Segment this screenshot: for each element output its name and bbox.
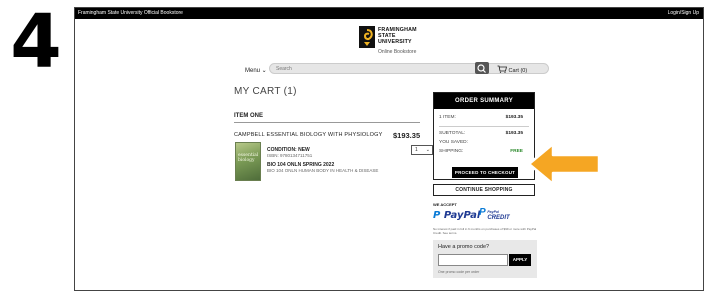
proceed-to-checkout-button[interactable]: PROCEED TO CHECKOUT	[452, 167, 518, 178]
search-icon	[477, 64, 486, 73]
cart-icon	[497, 65, 508, 73]
promo-label: Have a promo code?	[438, 244, 490, 250]
divider	[234, 122, 420, 123]
item-heading: ITEM ONE	[234, 113, 264, 119]
paypal-fine-print: No interest if paid in full in 6 months …	[433, 227, 537, 235]
paypal-icon: P	[433, 210, 441, 221]
order-summary-header: ORDER SUMMARY	[434, 93, 534, 109]
apply-promo-button[interactable]: APPLY	[509, 254, 531, 266]
promo-note: One promo code per order	[438, 270, 480, 274]
search-placeholder: Search	[276, 66, 292, 72]
menu-button[interactable]: Menu ⌄	[245, 67, 267, 74]
chevron-down-icon: ⌄	[260, 68, 267, 74]
cart-link[interactable]: Cart (0)	[497, 65, 527, 74]
book-cover-text: essential biology	[238, 153, 259, 163]
item-course-desc: BIO 104 ONLN HUMAN BODY IN HEALTH & DISE…	[267, 168, 379, 173]
we-accept-label: WE ACCEPT	[433, 202, 457, 207]
logo-wordmark: FRAMINGHAM STATE UNIVERSITY	[378, 27, 417, 45]
browser-window: Framingham State University Official Boo…	[74, 7, 704, 291]
search-button[interactable]	[475, 62, 489, 74]
quantity-select[interactable]: 1 ⌄	[411, 145, 433, 155]
paypal-credit-icon: P	[479, 207, 486, 218]
item-isbn: ISBN: 9780134711751	[267, 153, 313, 158]
promo-code-input[interactable]	[438, 254, 508, 266]
paypal-logo: P PayPal	[433, 210, 481, 221]
item-price: $193.35	[393, 131, 421, 140]
summary-shipping-row: SHIPPING: FREE	[439, 149, 523, 154]
top-bar: Framingham State University Official Boo…	[75, 8, 703, 19]
page-title: MY CART (1)	[234, 86, 297, 97]
divider	[439, 126, 529, 127]
summary-items-row: 1 ITEM: $193.35	[439, 115, 523, 120]
step-number: 4	[10, 0, 62, 85]
chevron-down-icon: ⌄	[425, 147, 430, 153]
book-title[interactable]: CAMPBELL ESSENTIAL BIOLOGY WITH PHYSIOLO…	[234, 132, 383, 138]
summary-subtotal-row: SUBTOTAL: $193.35	[439, 131, 523, 136]
highlight-arrow-icon	[527, 142, 601, 186]
summary-saved-row: YOU SAVED:	[439, 140, 468, 145]
promo-section: Have a promo code? APPLY One promo code …	[433, 240, 537, 278]
login-link[interactable]: Login/Sign Up	[668, 8, 699, 19]
university-logo[interactable]: FRAMINGHAM STATE UNIVERSITY Online Books…	[359, 24, 449, 58]
logo-subtitle: Online Bookstore	[378, 49, 417, 55]
continue-shopping-button[interactable]: CONTINUE SHOPPING	[433, 184, 535, 196]
ram-logo-icon	[359, 26, 375, 48]
store-name[interactable]: Framingham State University Official Boo…	[78, 8, 183, 19]
book-cover-image[interactable]: essential biology	[235, 142, 261, 181]
paypal-credit-logo: P PayPal CREDIT	[479, 207, 510, 222]
order-summary: ORDER SUMMARY 1 ITEM: $193.35 SUBTOTAL: $1…	[433, 92, 535, 180]
